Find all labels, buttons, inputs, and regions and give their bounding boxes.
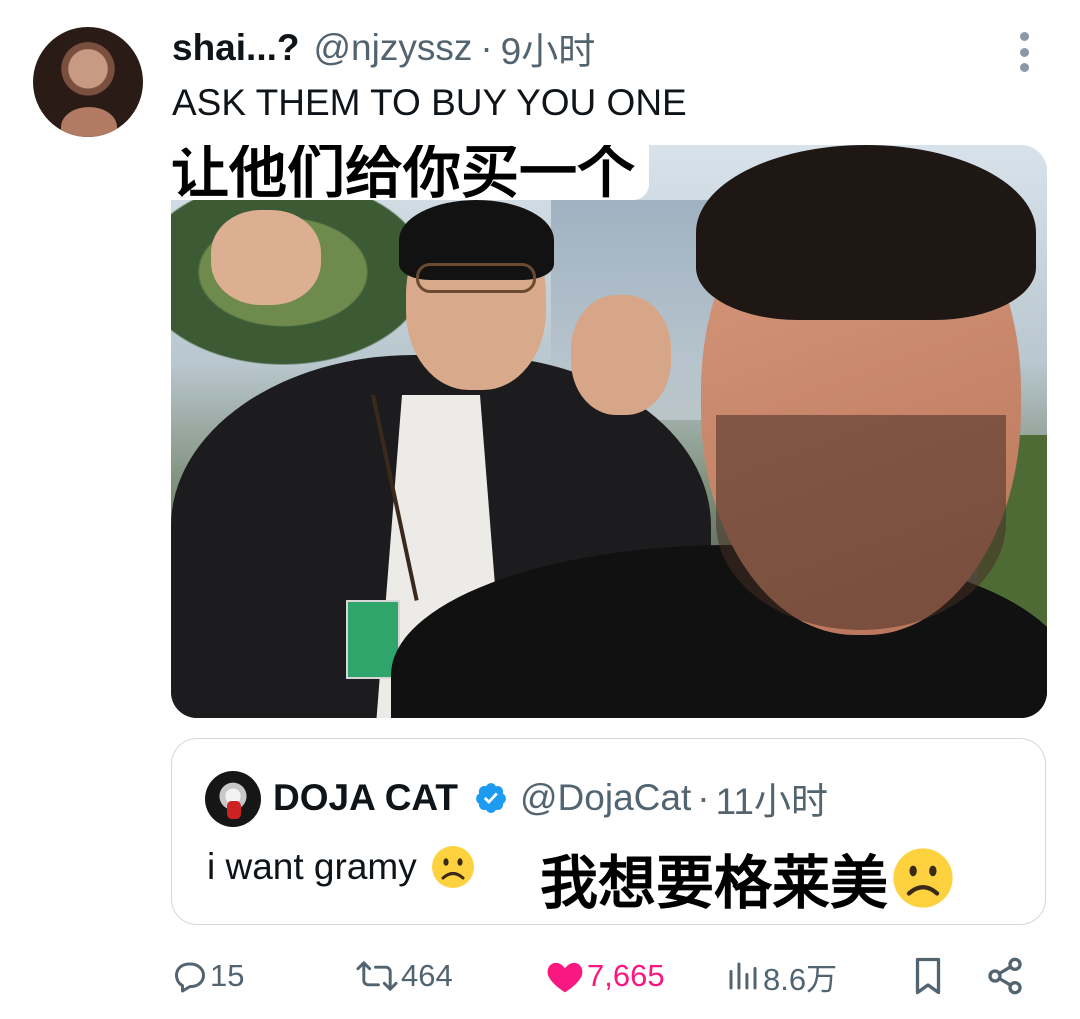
tweet-media-image[interactable]: 让他们给你买一个 [171,145,1047,718]
repost-button[interactable]: 464 [355,948,453,1004]
bookmark-icon [915,957,941,995]
like-count: 7,665 [587,958,665,993]
header-separator: · [480,27,493,68]
verified-badge-icon [476,783,506,813]
share-icon [988,957,1022,995]
author-handle[interactable]: @njzyssz [313,27,472,69]
right-person-hair [696,145,1036,320]
author-avatar[interactable] [33,27,143,137]
right-person-beard [716,415,1006,630]
tweet-header: shai...? @njzyssz · 9小时 [172,26,595,72]
quoted-author-name[interactable]: DOJA CAT [273,777,458,819]
views-icon [729,962,757,990]
heart-icon [547,962,583,993]
view-count: 8.6万 [763,961,838,997]
image-caption-overlay: 让他们给你买一个 [171,145,650,201]
reply-button[interactable]: 15 [172,948,244,1004]
translation-overlay: 我想要格莱美 [540,836,954,920]
quoted-author-avatar[interactable] [205,771,261,827]
translation-text: 我想要格莱美 [540,849,889,917]
quoted-header-separator: · [697,777,710,818]
right-hand-peace-sign [571,295,671,415]
author-display-name[interactable]: shai...? [172,27,299,69]
repost-count: 464 [401,958,453,993]
reply-count: 15 [210,958,245,993]
tweet-text: ASK THEM TO BUY YOU ONE [172,82,687,123]
bookmark-button[interactable] [910,948,948,1004]
glasses [416,263,536,293]
quoted-author-handle[interactable]: @DojaCat [520,777,691,819]
quoted-tweet-body: i want gramy [207,846,417,887]
quoted-tweet-text: i want gramy [207,845,475,889]
frowning-face-emoji-icon [893,848,953,908]
quoted-tweet-timestamp[interactable]: 11小时 [716,771,828,825]
tweet-timestamp[interactable]: 9小时 [501,21,596,75]
share-button[interactable] [985,948,1027,1004]
reply-icon [175,962,205,993]
frowning-face-emoji-icon [431,846,474,888]
quoted-tweet-header: DOJA CAT @DojaCat · 11小时 [273,775,828,822]
tweet-action-bar: 15 464 7,665 8.6万 [0,948,1080,1004]
repost-icon [356,961,398,991]
left-hand-peace-sign [211,210,321,305]
like-button[interactable]: 7,665 [545,948,665,1004]
quoted-tweet-card[interactable]: DOJA CAT @DojaCat · 11小时 i want gramy 我想… [171,738,1046,925]
more-options-icon[interactable] [1012,32,1036,72]
views-button[interactable]: 8.6万 [725,948,837,1004]
